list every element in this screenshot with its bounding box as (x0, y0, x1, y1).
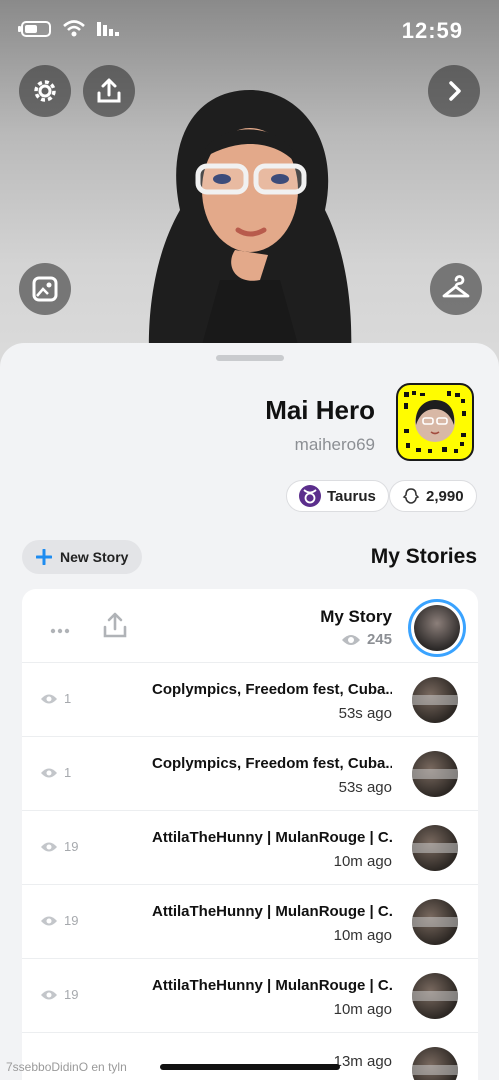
story-item-row[interactable]: AttilaTheHunny | MulanRouge | C... 10m a… (22, 811, 478, 885)
share-profile-button[interactable] (83, 65, 135, 117)
story-thumbnail (412, 751, 458, 797)
outfit-button[interactable] (430, 263, 482, 315)
story-item-view-count: 1 (64, 691, 72, 706)
story-item-row[interactable]: Coplympics, Freedom fest, Cuba... 53s ag… (22, 737, 478, 811)
status-time: 12:59 (401, 18, 463, 43)
upload-story-button[interactable] (102, 611, 128, 644)
story-item-title: Coplympics, Freedom fest, Cuba... (152, 755, 392, 772)
eye-icon (41, 916, 57, 925)
story-item-view-count: 1 (64, 765, 72, 780)
story-item-title: AttilaTheHunny | MulanRouge | C... (152, 903, 392, 920)
my-stories-title: My Stories (370, 545, 477, 568)
story-thumbnail (412, 677, 458, 723)
my-story-thumbnail (408, 599, 466, 657)
home-indicator[interactable] (160, 1064, 340, 1070)
story-thumbnail (412, 899, 458, 945)
story-item-time: 13m ago (333, 1053, 392, 1070)
stories-list: My Story 245 Coplympics, Freedom fest, C… (22, 589, 478, 1080)
story-item-title: Coplympics, Freedom fest, Cuba... (152, 681, 392, 698)
snap-score-pill[interactable]: 2,990 (389, 480, 477, 512)
status-icons (18, 20, 122, 38)
story-item-time: 53s ago (338, 779, 392, 796)
ghost-icon (402, 488, 420, 504)
zodiac-label: Taurus (327, 487, 376, 505)
next-button[interactable] (428, 65, 480, 117)
upload-icon (103, 612, 127, 638)
eye-icon (41, 990, 57, 999)
story-item-title: AttilaTheHunny | MulanRouge | C... (152, 829, 392, 846)
story-item-title: AttilaTheHunny | MulanRouge | C... (152, 977, 392, 994)
status-bar: 12:59 (0, 14, 499, 48)
username: maihero69 (294, 435, 375, 454)
gallery-icon (32, 276, 58, 302)
my-story-views: 245 (341, 631, 392, 648)
story-item-views: 19 (40, 839, 78, 854)
profile-sheet: Mai Hero maihero69 2,990 Taurus My Stori… (0, 343, 499, 1080)
battery-icon (18, 21, 51, 37)
my-story-view-count: 245 (366, 631, 392, 648)
more-icon (50, 628, 70, 634)
snap-score: 2,990 (426, 487, 464, 505)
snapcode-bitmoji-icon (404, 391, 466, 453)
story-item-time: 10m ago (333, 927, 392, 944)
bitmoji-gallery-button[interactable] (19, 263, 71, 315)
eye-icon (41, 768, 57, 777)
my-story-row[interactable]: My Story 245 (22, 589, 478, 663)
snapcode[interactable] (396, 383, 474, 461)
story-item-row[interactable]: Coplympics, Freedom fest, Cuba... 53s ag… (22, 663, 478, 737)
bitmoji-header: 12:59 (0, 0, 499, 380)
hanger-icon (442, 275, 470, 298)
watermark: 7ssebboDidinO en tyln (6, 1060, 127, 1074)
new-story-label: New Story (60, 549, 129, 565)
display-name: Mai Hero (265, 395, 375, 425)
plus-icon (36, 549, 52, 565)
settings-icon (34, 80, 56, 102)
story-item-views: 1 (40, 765, 71, 780)
taurus-icon (299, 485, 321, 507)
signal-icon (97, 22, 119, 36)
story-options-button[interactable] (50, 621, 70, 639)
my-story-title: My Story (320, 607, 392, 626)
eye-icon (341, 634, 360, 645)
story-item-views: 19 (40, 987, 78, 1002)
settings-button[interactable] (19, 65, 71, 117)
bitmoji-avatar (148, 90, 352, 370)
new-story-button[interactable]: New Story (22, 540, 143, 574)
story-thumbnail (412, 825, 458, 871)
story-thumbnail (412, 1047, 458, 1080)
wifi-icon (63, 20, 85, 37)
story-item-row[interactable]: AttilaTheHunny | MulanRouge | C... 10m a… (22, 959, 478, 1033)
story-thumbnail (412, 973, 458, 1019)
story-item-view-count: 19 (64, 987, 79, 1002)
story-item-time: 53s ago (338, 705, 392, 722)
story-item-time: 10m ago (333, 1001, 392, 1018)
story-item-views: 19 (40, 913, 78, 928)
story-item-view-count: 19 (64, 913, 79, 928)
story-item-row[interactable]: AttilaTheHunny | MulanRouge | C... 10m a… (22, 885, 478, 959)
story-item-time: 10m ago (333, 853, 392, 870)
eye-icon (41, 694, 57, 703)
chevron-right-icon (449, 81, 461, 101)
drag-handle[interactable] (216, 355, 284, 361)
zodiac-pill[interactable]: Taurus (286, 480, 389, 512)
eye-icon (41, 842, 57, 851)
share-icon (97, 78, 121, 103)
story-item-views: 1 (40, 691, 71, 706)
story-item-view-count: 19 (64, 839, 79, 854)
